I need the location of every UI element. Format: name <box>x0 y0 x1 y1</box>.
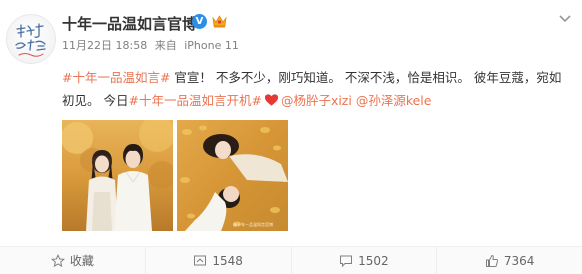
comment-count: 1502 <box>358 253 389 268</box>
author-name[interactable]: 十年一品温如言官博 <box>62 13 197 34</box>
mention-link[interactable]: @孙泽源kele <box>356 93 432 108</box>
favorite-label: 收藏 <box>69 254 94 268</box>
repost-count: 1548 <box>212 253 243 268</box>
chevron-down-icon[interactable] <box>558 14 572 24</box>
like-icon <box>485 254 498 267</box>
post-image[interactable] <box>62 120 173 231</box>
verified-icon: V <box>192 14 207 29</box>
action-bar: 收藏 1548 1502 7364 <box>0 246 582 274</box>
avatar[interactable] <box>6 14 56 64</box>
hashtag-link[interactable]: #十年一品温如言# <box>62 70 170 85</box>
post-date[interactable]: 11月22日 18:58 <box>62 39 147 52</box>
like-button[interactable]: 7364 <box>437 247 582 274</box>
hashtag-link[interactable]: #十年一品温如言开机# <box>128 93 261 108</box>
avatar-calligraphy-logo <box>15 23 46 57</box>
image-watermark: @十年一品温如言官博 <box>233 221 273 227</box>
like-count: 7364 <box>503 253 535 268</box>
post-meta: 11月22日 18:58 来自 iPhone 11 <box>62 37 239 53</box>
post-content: #十年一品温如言# 官宣！ 不多不少，刚巧知道。 不深不浅，恰是相识。 彼年豆蔻… <box>62 66 572 112</box>
comment-button[interactable]: 1502 <box>292 247 438 274</box>
source-prefix: 来自 <box>154 39 177 52</box>
favorite-button[interactable]: 收藏 <box>0 247 146 274</box>
heart-icon <box>264 94 278 106</box>
mention-link[interactable]: @杨肸子xizi <box>281 93 352 108</box>
post-source: iPhone 11 <box>184 39 239 52</box>
couple-autumn-photo <box>62 120 173 231</box>
repost-button[interactable]: 1548 <box>146 247 292 274</box>
couple-leaves-photo: @十年一品温如言官博 <box>177 120 288 231</box>
vip-crown-icon[interactable] <box>211 13 228 29</box>
star-icon <box>50 253 65 267</box>
post-image[interactable]: @十年一品温如言官博 <box>177 120 288 231</box>
repost-icon <box>194 255 207 265</box>
comment-icon <box>340 255 353 267</box>
